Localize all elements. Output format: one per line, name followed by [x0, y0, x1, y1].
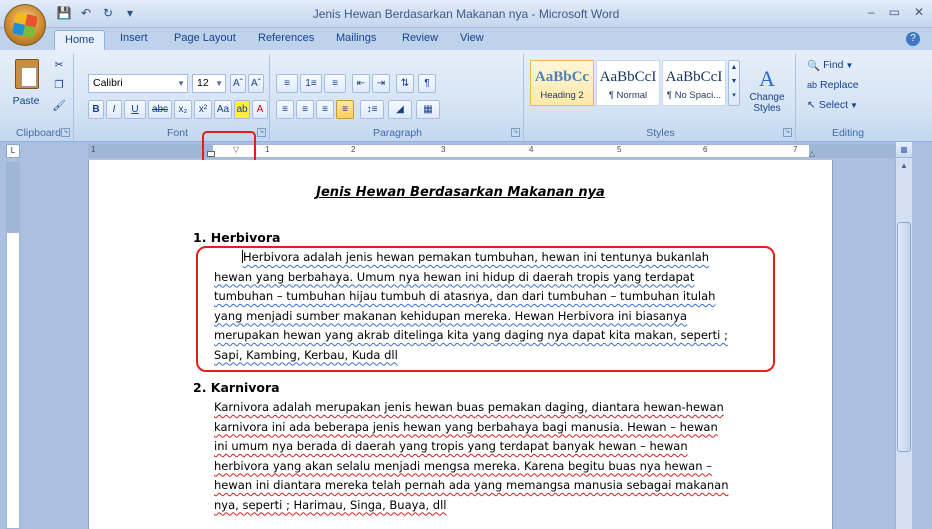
window-controls: – ▭ ✕	[868, 5, 924, 19]
format-painter-icon[interactable]: 🖌	[50, 96, 68, 114]
find-button[interactable]: 🔍 Find ▼	[802, 56, 858, 74]
decrease-indent-icon[interactable]: ⇤	[352, 74, 370, 93]
subscript-icon[interactable]: x₂	[174, 100, 192, 119]
italic-icon[interactable]: I	[106, 100, 122, 119]
ruler-left-margin	[89, 145, 213, 157]
style-no-spacing[interactable]: AaBbCcI ¶ No Spaci...	[662, 60, 726, 106]
tab-view[interactable]: View	[460, 32, 484, 44]
paragraph-group: ≡ 1≡ ≡ ⇤ ⇥ ⇅ ¶ ≡ ≡ ≡ ≡ ↕≡ ◢ ▦ Paragraph …	[272, 54, 524, 140]
multilevel-list-icon[interactable]: ≡	[324, 74, 346, 93]
tab-references[interactable]: References	[258, 32, 314, 44]
ruler-row: L 1 1 2 3 4 5 6 7 ▽ △	[0, 142, 932, 160]
style-heading-2[interactable]: AaBbCc Heading 2	[530, 60, 594, 106]
text-line: hewan ini diantara mereka telah pernah a…	[214, 478, 729, 492]
text-line: ini umum nya berada di daerah yang tropi…	[214, 439, 688, 453]
minimize-icon[interactable]: –	[868, 5, 875, 19]
copy-icon[interactable]: ❐	[50, 76, 68, 94]
align-left-icon[interactable]: ≡	[276, 100, 294, 119]
ribbon-tabs: Home Insert Page Layout References Maili…	[0, 28, 932, 50]
close-icon[interactable]: ✕	[914, 5, 924, 19]
help-icon[interactable]: ?	[906, 32, 920, 46]
underline-icon[interactable]: U	[124, 100, 146, 119]
text-line: herbivora yang akan selalu menjadi mengs…	[214, 458, 712, 473]
change-styles-icon: A	[759, 66, 775, 91]
bold-icon[interactable]: B	[88, 100, 104, 119]
styles-label: Styles	[646, 127, 675, 139]
ruler-right-margin	[809, 145, 895, 157]
binoculars-icon: 🔍	[807, 59, 821, 72]
align-right-icon[interactable]: ≡	[316, 100, 334, 119]
section-heading-herbivora: 1. Herbivora	[193, 230, 281, 245]
editing-label: Editing	[831, 127, 865, 139]
justify-icon[interactable]: ≡	[336, 100, 354, 119]
scroll-thumb[interactable]	[897, 222, 911, 452]
paragraph-highlight-box	[196, 246, 775, 372]
font-group: Calibri ▼ 12 ▼ Aˆ Aˇ B I U abc x₂ x² Aa ab…	[86, 54, 270, 140]
tab-home[interactable]: Home	[54, 30, 106, 50]
window-title: Jenis Hewan Berdasarkan Makanan nya - Mi…	[312, 7, 620, 21]
chevron-down-icon: ▼	[215, 79, 223, 88]
section-heading-karnivora: 2. Karnivora	[193, 380, 280, 395]
font-size-combo[interactable]: 12 ▼	[192, 74, 226, 93]
styles-group: AaBbCc Heading 2 AaBbCcI ¶ Normal AaBbCc…	[526, 54, 796, 140]
style-normal[interactable]: AaBbCcI ¶ Normal	[596, 60, 660, 106]
shrink-font-icon[interactable]: Aˇ	[248, 74, 264, 93]
font-name-combo[interactable]: Calibri ▼	[88, 74, 188, 93]
tab-page-layout[interactable]: Page Layout	[174, 32, 236, 44]
tab-mailings[interactable]: Mailings	[336, 32, 376, 44]
borders-icon[interactable]: ▦	[416, 100, 440, 119]
document-title: Jenis Hewan Berdasarkan Makanan nya	[316, 185, 605, 200]
ribbon: Paste ✂ ❐ 🖌 Clipboard ↘ Calibri ▼ 12 ▼ Aˆ …	[0, 50, 932, 142]
increase-indent-icon[interactable]: ⇥	[372, 74, 390, 93]
tab-insert[interactable]: Insert	[120, 32, 148, 44]
strikethrough-icon[interactable]: abc	[148, 100, 172, 119]
vertical-ruler	[6, 162, 20, 529]
paste-button[interactable]: Paste	[6, 56, 46, 122]
replace-icon: ab	[807, 80, 818, 90]
superscript-icon[interactable]: x²	[194, 100, 212, 119]
change-case-icon[interactable]: Aa	[214, 100, 232, 119]
bullets-icon[interactable]: ≡	[276, 74, 298, 93]
text-line: karnivora ini ada beberapa jenis hewan y…	[214, 419, 718, 434]
font-color-icon[interactable]: A	[252, 100, 268, 119]
cursor-icon: ↖	[807, 99, 816, 111]
shading-icon[interactable]: ◢	[388, 100, 412, 119]
show-marks-icon[interactable]: ¶	[418, 74, 436, 93]
styles-scroll-icon[interactable]: ▲ ▼ ▾	[728, 60, 740, 106]
clipboard-group: Paste ✂ ❐ 🖌 Clipboard ↘	[4, 54, 74, 140]
line-spacing-icon[interactable]: ↕≡	[360, 100, 384, 119]
grow-font-icon[interactable]: Aˆ	[230, 74, 246, 93]
change-styles-button[interactable]: A Change Styles	[742, 60, 792, 120]
highlight-color-icon[interactable]: ab	[234, 100, 250, 119]
clipboard-launcher-icon[interactable]: ↘	[61, 128, 70, 137]
cut-icon[interactable]: ✂	[50, 56, 68, 74]
ruler-toggle-icon[interactable]: ▦	[896, 142, 912, 158]
paragraph-karnivora[interactable]: Karnivora adalah merupakan jenis hewan b…	[214, 398, 754, 515]
paragraph-launcher-icon[interactable]: ↘	[511, 128, 520, 137]
paste-icon	[15, 59, 39, 89]
maximize-icon[interactable]: ▭	[889, 5, 900, 19]
scroll-up-icon[interactable]: ▲	[896, 159, 912, 173]
replace-button[interactable]: ab Replace	[802, 76, 864, 94]
title-bar: 💾 ↶ ↻ ▾ Jenis Hewan Berdasarkan Makanan …	[0, 0, 932, 28]
chevron-down-icon: ▼	[177, 79, 185, 88]
numbering-icon[interactable]: 1≡	[300, 74, 322, 93]
sort-icon[interactable]: ⇅	[396, 74, 414, 93]
tab-selector-icon[interactable]: L	[6, 144, 20, 158]
select-button[interactable]: ↖ Select ▼	[802, 96, 863, 114]
paragraph-label: Paragraph	[372, 127, 423, 139]
editing-group: 🔍 Find ▼ ab Replace ↖ Select ▼ Editing	[798, 54, 898, 140]
tab-review[interactable]: Review	[402, 32, 438, 44]
vertical-scrollbar[interactable]: ▦ ▲	[895, 142, 912, 529]
right-indent-marker-icon[interactable]: △	[809, 149, 815, 158]
text-line: nya, seperti ; Harimau, Singa, Buaya, dl…	[214, 497, 447, 512]
styles-launcher-icon[interactable]: ↘	[783, 128, 792, 137]
office-button[interactable]	[4, 4, 46, 46]
office-logo-icon	[11, 11, 39, 39]
ruler-top-margin	[7, 163, 19, 233]
font-launcher-icon[interactable]: ↘	[257, 128, 266, 137]
align-center-icon[interactable]: ≡	[296, 100, 314, 119]
text-line: Karnivora adalah merupakan jenis hewan b…	[214, 400, 724, 414]
